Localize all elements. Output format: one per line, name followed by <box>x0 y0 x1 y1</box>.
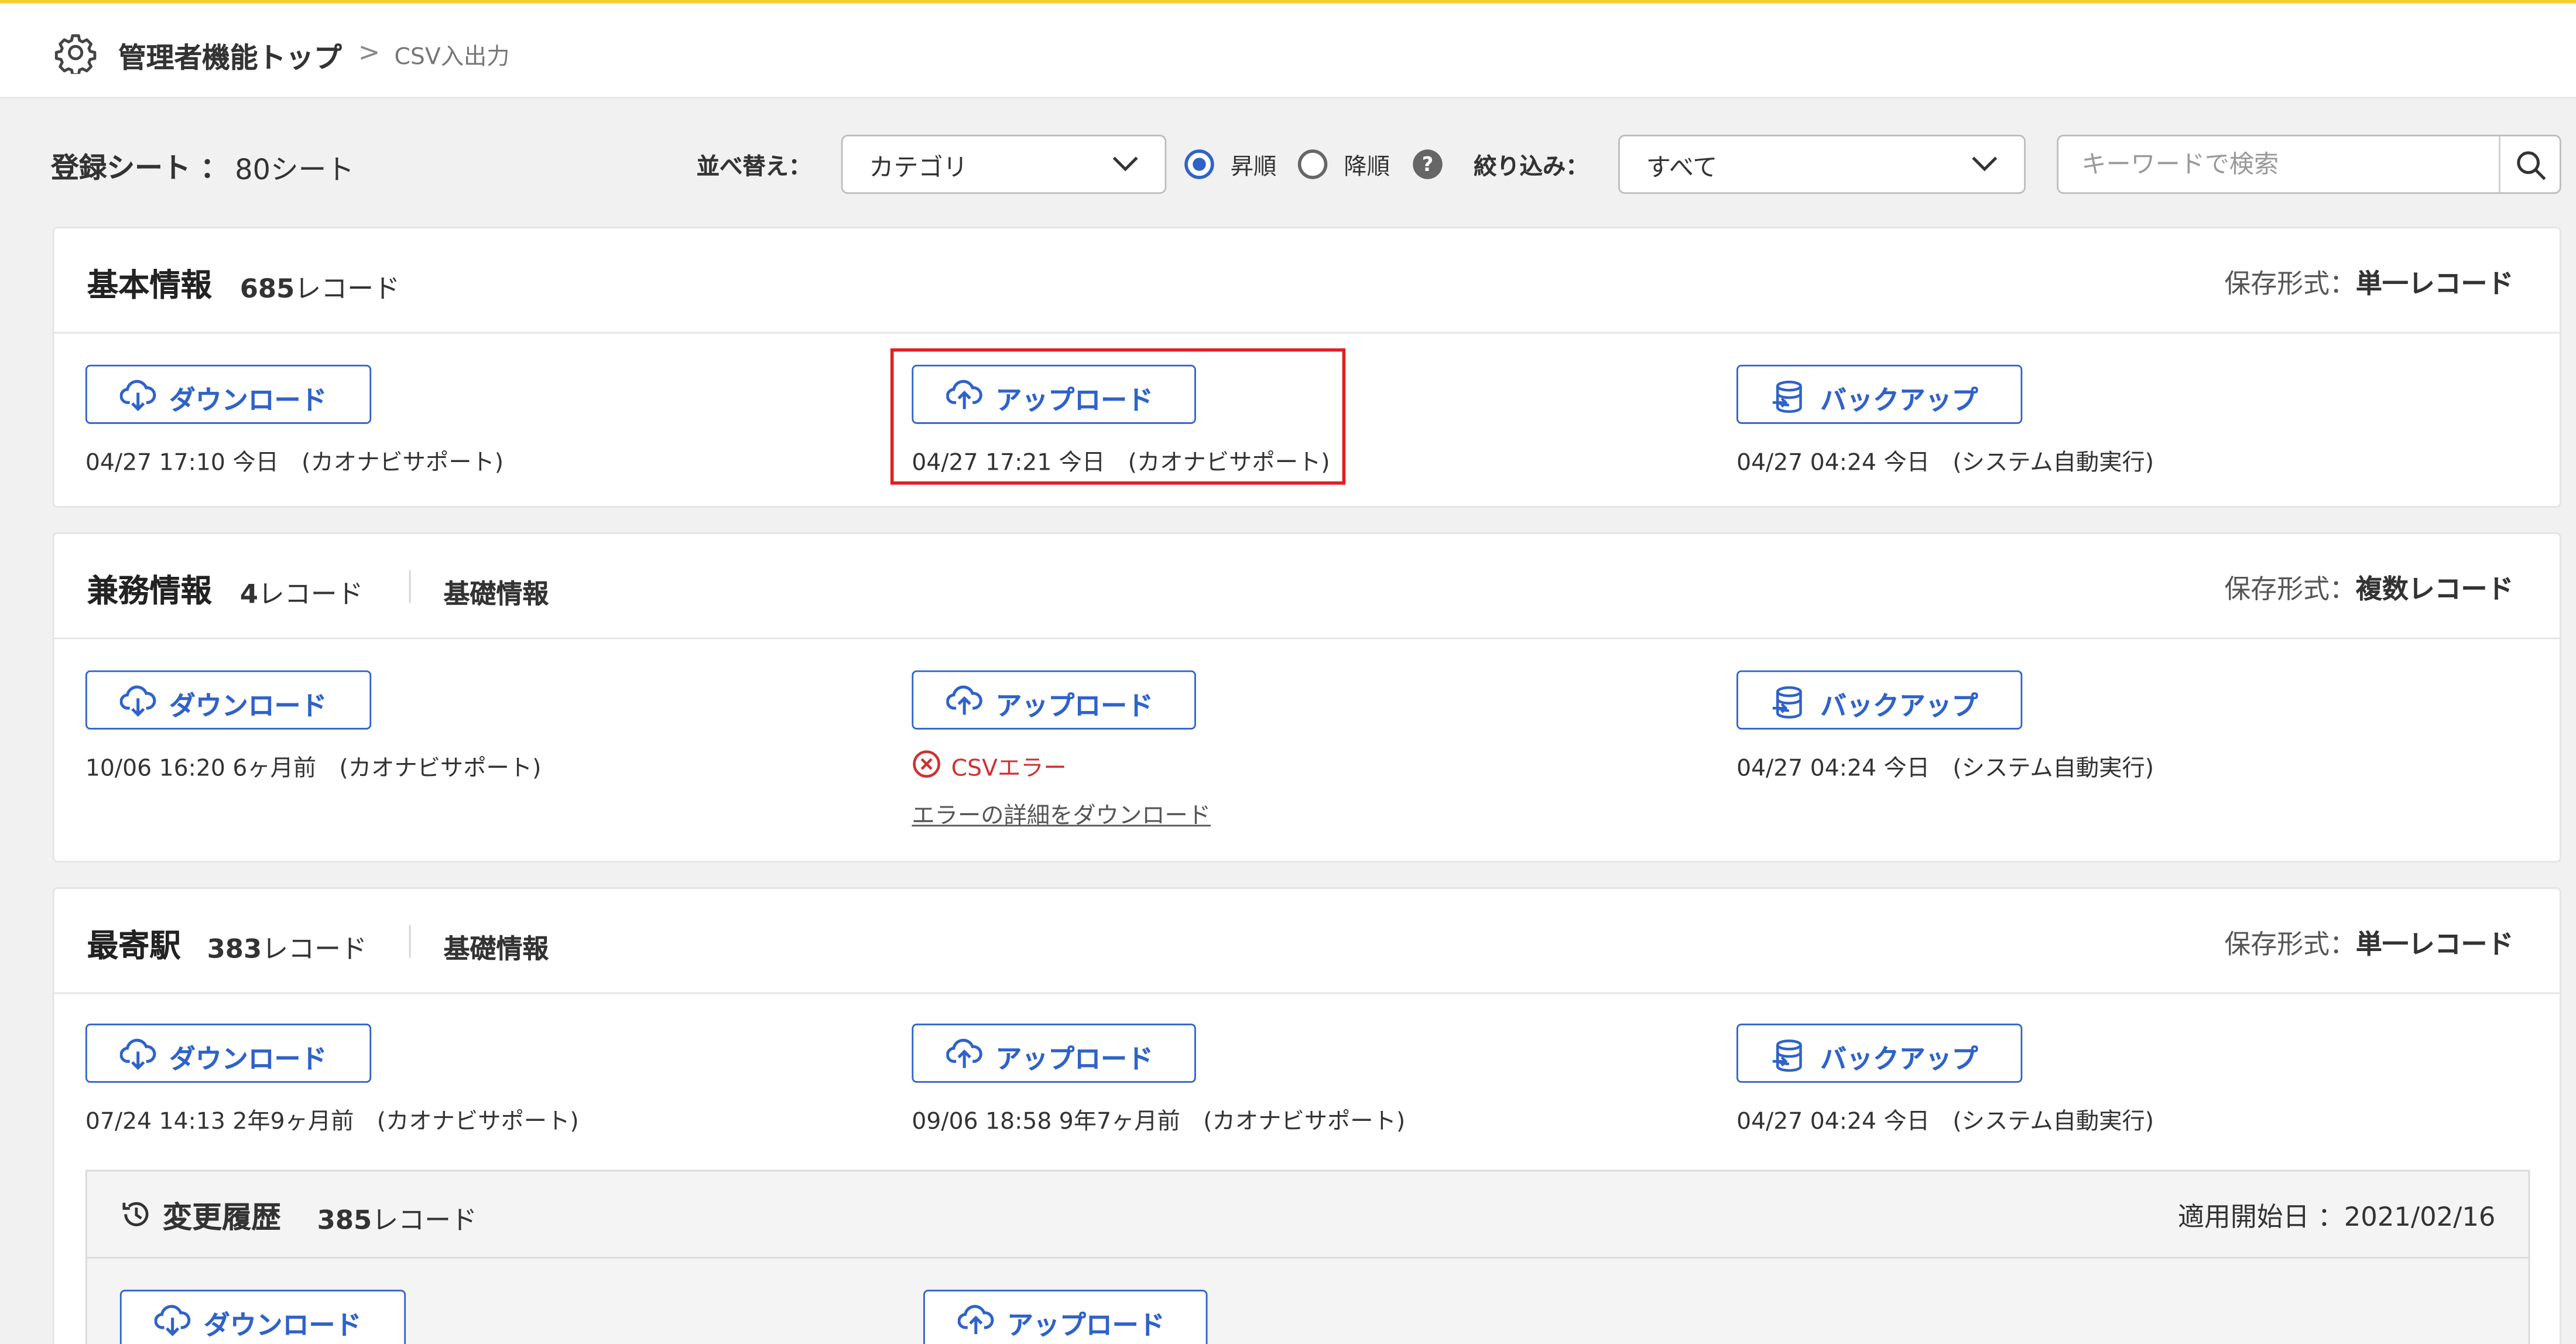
backup-button[interactable]: バックアップ <box>1736 670 2023 730</box>
download-meta: 04/27 17:10 今日 (カオナビサポート) <box>85 450 504 477</box>
save-format: 保存形式：複数レコード <box>2224 573 2514 605</box>
sort-select[interactable]: カテゴリ <box>841 135 1167 194</box>
backup-meta: 04/27 04:24 今日 (システム自動実行) <box>1736 450 2154 477</box>
search-input[interactable] <box>2058 136 2499 193</box>
search-box <box>2057 135 2561 194</box>
upload-button[interactable]: アップロード <box>912 1023 1196 1083</box>
search-icon[interactable] <box>2515 149 2548 182</box>
filter-label: 絞り込み： <box>1474 154 1589 181</box>
database-backup-icon <box>1772 1039 1802 1072</box>
download-button[interactable]: ダウンロード <box>85 1023 372 1083</box>
card-header: 基本情報 685レコード 保存形式：単一レコード <box>54 228 2560 334</box>
sort-select-value: カテゴリ <box>869 152 968 183</box>
card-category: 基礎情報 <box>443 933 549 965</box>
download-button[interactable]: ダウンロード <box>85 364 372 424</box>
download-meta: 10/06 16:20 6ヶ月前 (カオナビサポート) <box>85 755 542 782</box>
help-icon[interactable]: ? <box>1413 149 1443 179</box>
record-count: 4レコード <box>239 578 364 610</box>
backup-button[interactable]: バックアップ <box>1736 364 2023 424</box>
save-format: 保存形式：単一レコード <box>2224 268 2514 299</box>
search-divider <box>2499 136 2500 193</box>
cloud-download-icon <box>119 379 156 412</box>
download-meta: 07/24 14:13 2年9ヶ月前 (カオナビサポート) <box>85 1109 579 1136</box>
backup-button[interactable]: バックアップ <box>1736 1023 2023 1083</box>
header-divider <box>409 570 411 603</box>
upload-error: CSVエラー <box>951 755 1067 782</box>
asc-label[interactable]: 昇順 <box>1231 149 1277 182</box>
card-header: 兼務情報 4レコード 基礎情報 保存形式：複数レコード <box>54 534 2560 639</box>
chevron-down-icon <box>1972 156 1998 172</box>
sheet-card-nearest-station: 最寄駅 383レコード 基礎情報 保存形式：単一レコード ダウンロード 07/2… <box>52 887 2561 1344</box>
save-format: 保存形式：単一レコード <box>2224 928 2514 960</box>
cloud-upload-icon <box>946 685 982 715</box>
header-divider <box>409 925 411 958</box>
filter-select-value: すべて <box>1646 152 1718 183</box>
breadcrumb-current: CSV入出力 <box>394 44 510 71</box>
desc-radio[interactable] <box>1297 149 1328 179</box>
card-category: 基礎情報 <box>443 578 549 610</box>
sort-label: 並べ替え： <box>696 154 812 181</box>
sheet-count-value: 80シート <box>235 154 355 187</box>
sheet-card-concurrent: 兼務情報 4レコード 基礎情報 保存形式：複数レコード ダウンロード 10/06… <box>52 532 2561 863</box>
chevron-down-icon <box>1112 156 1138 172</box>
breadcrumb-separator: > <box>358 36 381 68</box>
filter-select[interactable]: すべて <box>1618 135 2026 194</box>
cloud-download-icon <box>154 1305 191 1336</box>
gear-icon <box>54 34 97 74</box>
breadcrumb-root[interactable]: 管理者機能トップ <box>118 35 342 76</box>
record-count: 383レコード <box>207 933 367 965</box>
backup-meta: 04/27 04:24 今日 (システム自動実行) <box>1736 755 2154 782</box>
history-title: 変更履歴 <box>162 1201 281 1236</box>
database-backup-icon <box>1772 381 1802 413</box>
download-button[interactable]: ダウンロード <box>85 670 372 730</box>
upload-button[interactable]: アップロード <box>912 670 1196 730</box>
sheet-count-label: 登録シート ： <box>50 152 228 186</box>
backup-meta: 04/27 04:24 今日 (システム自動実行) <box>1736 1109 2154 1136</box>
card-header: 最寄駅 383レコード 基礎情報 保存形式：単一レコード <box>54 889 2560 994</box>
top-header: 管理者機能トップ > CSV入出力 <box>0 0 2576 99</box>
cloud-download-icon <box>119 685 156 717</box>
cloud-download-icon <box>119 1038 156 1071</box>
card-title: 最寄駅 <box>87 928 181 965</box>
error-detail-download-link[interactable]: エラーの詳細をダウンロード <box>912 799 1211 832</box>
error-circle-icon <box>913 750 940 778</box>
history-upload-button[interactable]: アップロード <box>923 1290 1208 1344</box>
highlight-box <box>890 348 1346 485</box>
card-title: 兼務情報 <box>87 573 213 610</box>
database-backup-icon <box>1772 686 1802 719</box>
history-record-count: 385レコード <box>317 1204 477 1236</box>
upload-meta: 09/06 18:58 9年7ヶ月前 (カオナビサポート) <box>912 1109 1406 1136</box>
record-count: 685レコード <box>239 272 400 305</box>
desc-label[interactable]: 降順 <box>1344 149 1390 182</box>
history-clock-icon <box>122 1202 149 1226</box>
history-header: 変更履歴 385レコード 適用開始日 ：2021/02/16 <box>87 1171 2529 1259</box>
history-panel: 変更履歴 385レコード 適用開始日 ：2021/02/16 ダウンロード アッ… <box>85 1169 2530 1344</box>
asc-radio[interactable] <box>1184 149 1214 179</box>
cloud-upload-icon <box>946 1038 982 1068</box>
cloud-upload-icon <box>957 1305 994 1335</box>
history-start-date: 適用開始日 ：2021/02/16 <box>2178 1201 2496 1233</box>
history-download-button[interactable]: ダウンロード <box>119 1290 406 1344</box>
card-title: 基本情報 <box>87 268 213 305</box>
